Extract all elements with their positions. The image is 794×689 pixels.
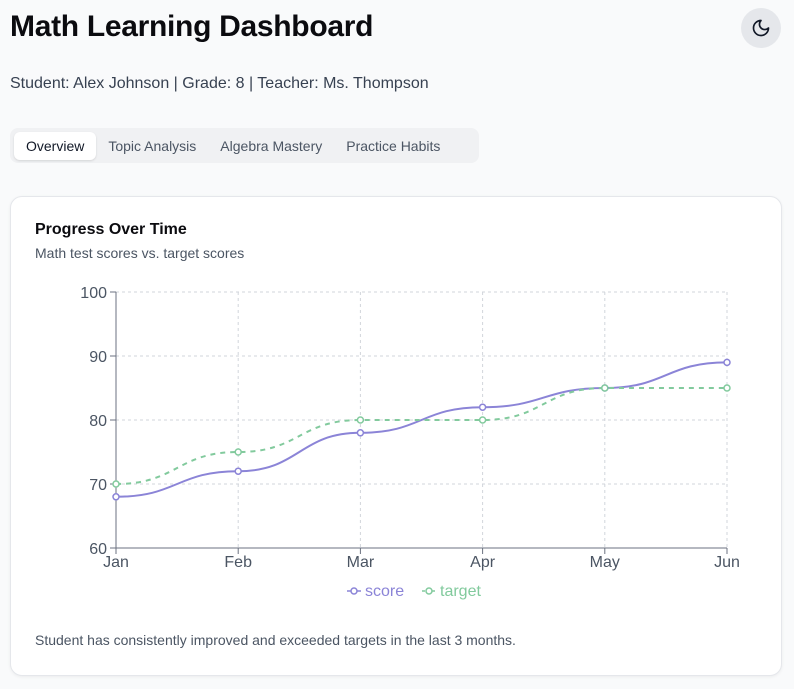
series-line-score <box>115 361 728 498</box>
progress-line-chart: 60708090100Jan Feb Mar Apr May Junscore target <box>80 285 740 600</box>
series-line-target <box>115 386 727 485</box>
data-point-score <box>112 493 120 501</box>
data-point-target <box>723 384 731 392</box>
y-tick-label: 100 <box>80 285 107 302</box>
x-tick-label: Jun <box>714 554 740 571</box>
theme-toggle-button[interactable] <box>741 8 781 48</box>
student-info: Student: Alex Johnson | Grade: 8 | Teach… <box>10 75 429 92</box>
data-point-score <box>478 403 487 411</box>
data-point-score <box>723 358 731 367</box>
y-tick-label: 90 <box>89 349 107 366</box>
legend-label-target: target <box>440 583 481 600</box>
data-point-score <box>356 429 365 437</box>
tab-algebra-mastery[interactable]: Algebra Mastery <box>208 132 334 160</box>
moon-icon <box>752 19 770 37</box>
tab-topic-analysis[interactable]: Topic Analysis <box>96 132 208 160</box>
x-tick-label: Jan <box>103 554 129 571</box>
legend-marker-score <box>350 587 358 595</box>
legend-label-score: score <box>365 583 404 600</box>
data-point-target <box>112 480 120 488</box>
tab-list: Overview Topic Analysis Algebra Mastery … <box>10 128 479 163</box>
page-title: Math Learning Dashboard <box>10 10 374 43</box>
progress-card: Progress Over Time Math test scores vs. … <box>10 196 782 676</box>
y-tick-label: 80 <box>89 413 107 430</box>
card-note: Student has consistently improved and ex… <box>35 632 516 648</box>
data-point-target <box>356 416 365 424</box>
tab-overview[interactable]: Overview <box>14 131 97 160</box>
tab-practice-habits[interactable]: Practice Habits <box>334 132 452 160</box>
x-tick-label: Apr <box>470 554 496 571</box>
x-tick-label: May <box>590 554 620 571</box>
x-tick-label: Feb <box>224 554 252 571</box>
data-point-score <box>234 467 242 475</box>
x-tick-label: Mar <box>347 554 375 571</box>
legend-marker-target <box>425 587 433 595</box>
data-point-target <box>601 384 609 392</box>
data-point-target <box>478 416 487 424</box>
y-tick-label: 70 <box>89 477 107 494</box>
data-point-target <box>234 448 242 456</box>
